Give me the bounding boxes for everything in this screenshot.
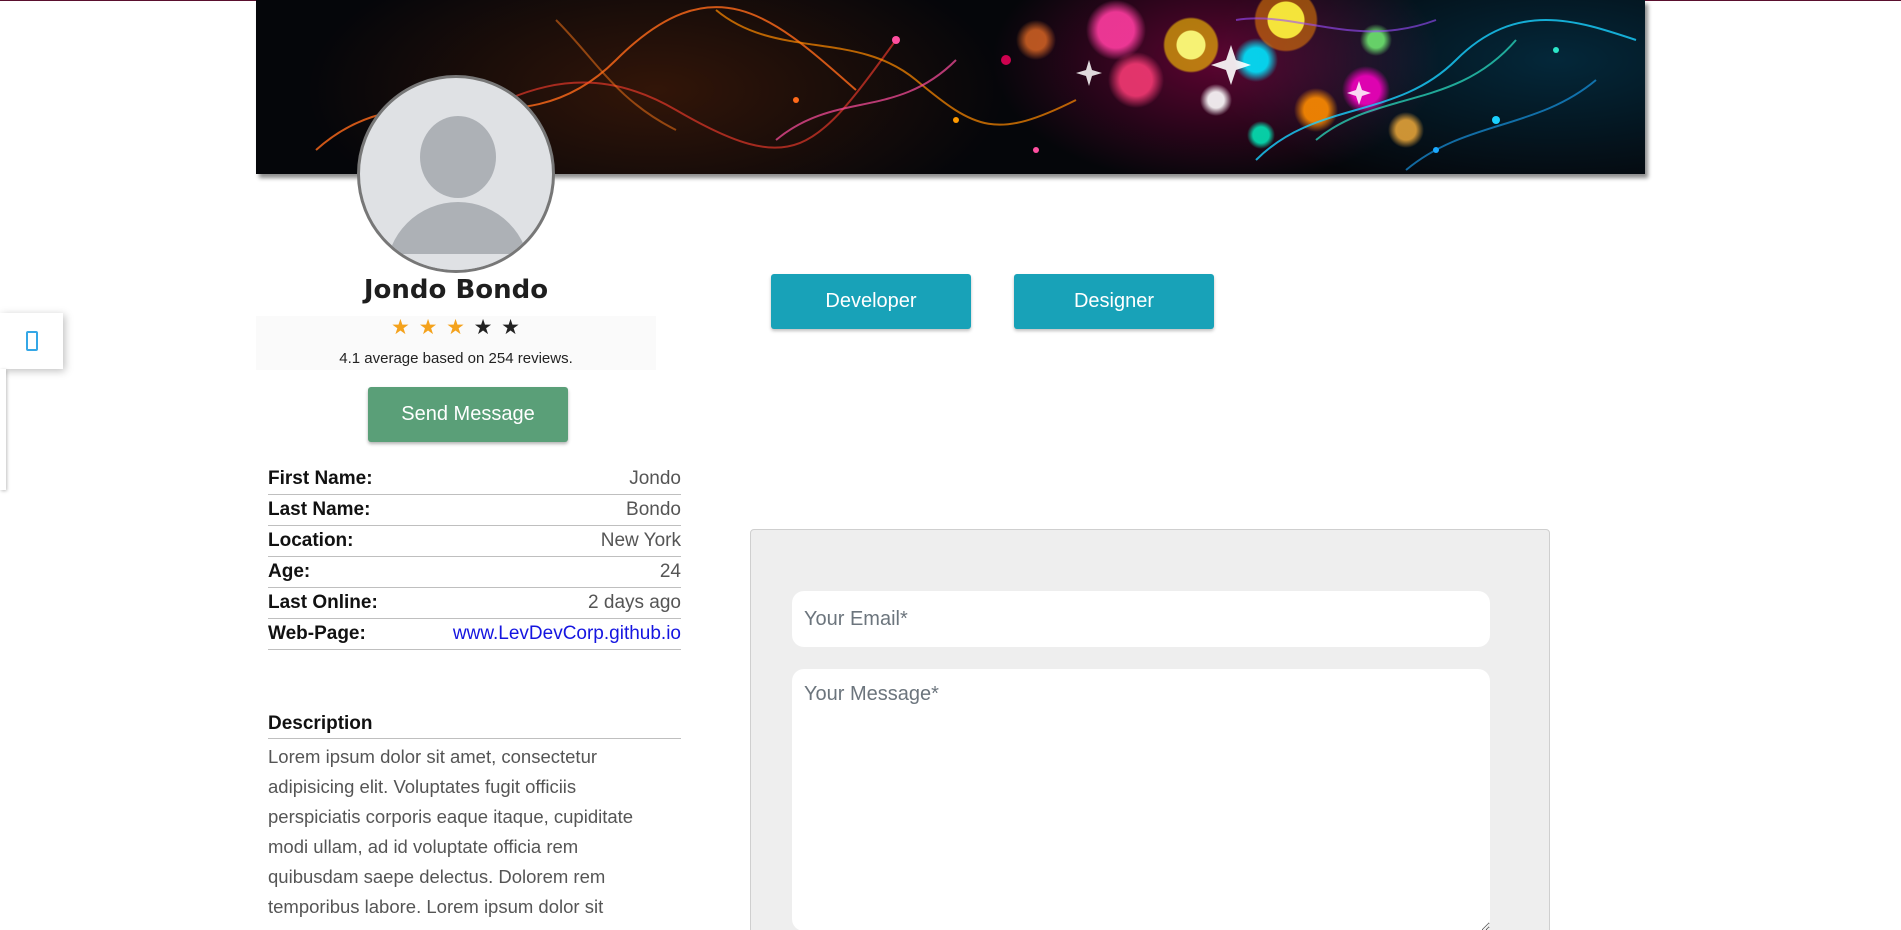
side-widget-strip	[0, 369, 6, 490]
send-message-button[interactable]: Send Message	[368, 387, 568, 442]
web-page-link[interactable]: www.LevDevCorp.github.io	[453, 619, 681, 649]
rating-summary: 4.1 average based on 254 reviews.	[339, 350, 573, 367]
detail-row-last-online: Last Online: 2 days ago	[268, 588, 681, 619]
detail-label: Age:	[268, 561, 311, 582]
profile-name: Jondo Bondo	[363, 275, 549, 305]
description-line: adipisicing elit. Voluptates fugit offic…	[268, 776, 577, 797]
description-line: quibusdam saepe delectus. Dolorem rem	[268, 866, 606, 887]
detail-value: Jondo	[629, 468, 681, 489]
detail-value: 24	[659, 561, 681, 582]
description-line: modi ullam, ad id voluptate officia rem	[268, 836, 579, 857]
detail-label: Web-Page:	[268, 623, 366, 644]
description-title: Description	[268, 710, 681, 739]
star-icon: ★	[446, 315, 466, 339]
avatar-head-icon	[420, 116, 496, 198]
detail-row-web-page: Web-Page: www.LevDevCorp.github.io	[268, 619, 681, 650]
profile-details: First Name: Jondo Last Name: Bondo Locat…	[268, 464, 681, 650]
developer-button[interactable]: Developer	[771, 274, 971, 329]
star-icon: ★	[501, 315, 521, 339]
detail-row-age: Age: 24	[268, 557, 681, 588]
description-line: temporibus labore. Lorem ipsum dolor sit	[268, 896, 604, 917]
detail-value: 2 days ago	[588, 592, 681, 613]
star-icon: ★	[418, 315, 439, 339]
detail-value: Bondo	[626, 499, 681, 520]
description-text: Lorem ipsum dolor sit amet, consectetur …	[268, 742, 681, 922]
email-input[interactable]	[792, 591, 1490, 647]
designer-button[interactable]: Designer	[1014, 274, 1214, 329]
detail-label: Last Name:	[268, 499, 371, 520]
detail-row-first-name: First Name: Jondo	[268, 464, 681, 495]
avatar	[357, 75, 555, 273]
star-icon: ★	[391, 315, 411, 339]
description-line: Lorem ipsum dolor sit amet, consectetur	[268, 746, 598, 767]
detail-row-location: Location: New York	[268, 526, 681, 557]
rating-stars: ★ ★ ★ ★ ★	[256, 316, 656, 338]
detail-label: Last Online:	[268, 592, 378, 613]
phone-icon	[25, 331, 38, 351]
detail-label: Location:	[268, 530, 354, 551]
detail-row-last-name: Last Name: Bondo	[268, 495, 681, 526]
side-widget-tab[interactable]	[0, 313, 63, 369]
detail-label: First Name:	[268, 468, 373, 489]
message-input[interactable]	[792, 669, 1490, 930]
description-line: perspiciatis corporis eaque itaque, cupi…	[268, 806, 634, 827]
detail-value: New York	[600, 530, 681, 551]
star-icon: ★	[473, 315, 494, 339]
rating-box: ★ ★ ★ ★ ★ 4.1 average based on 254 revie…	[256, 316, 656, 370]
